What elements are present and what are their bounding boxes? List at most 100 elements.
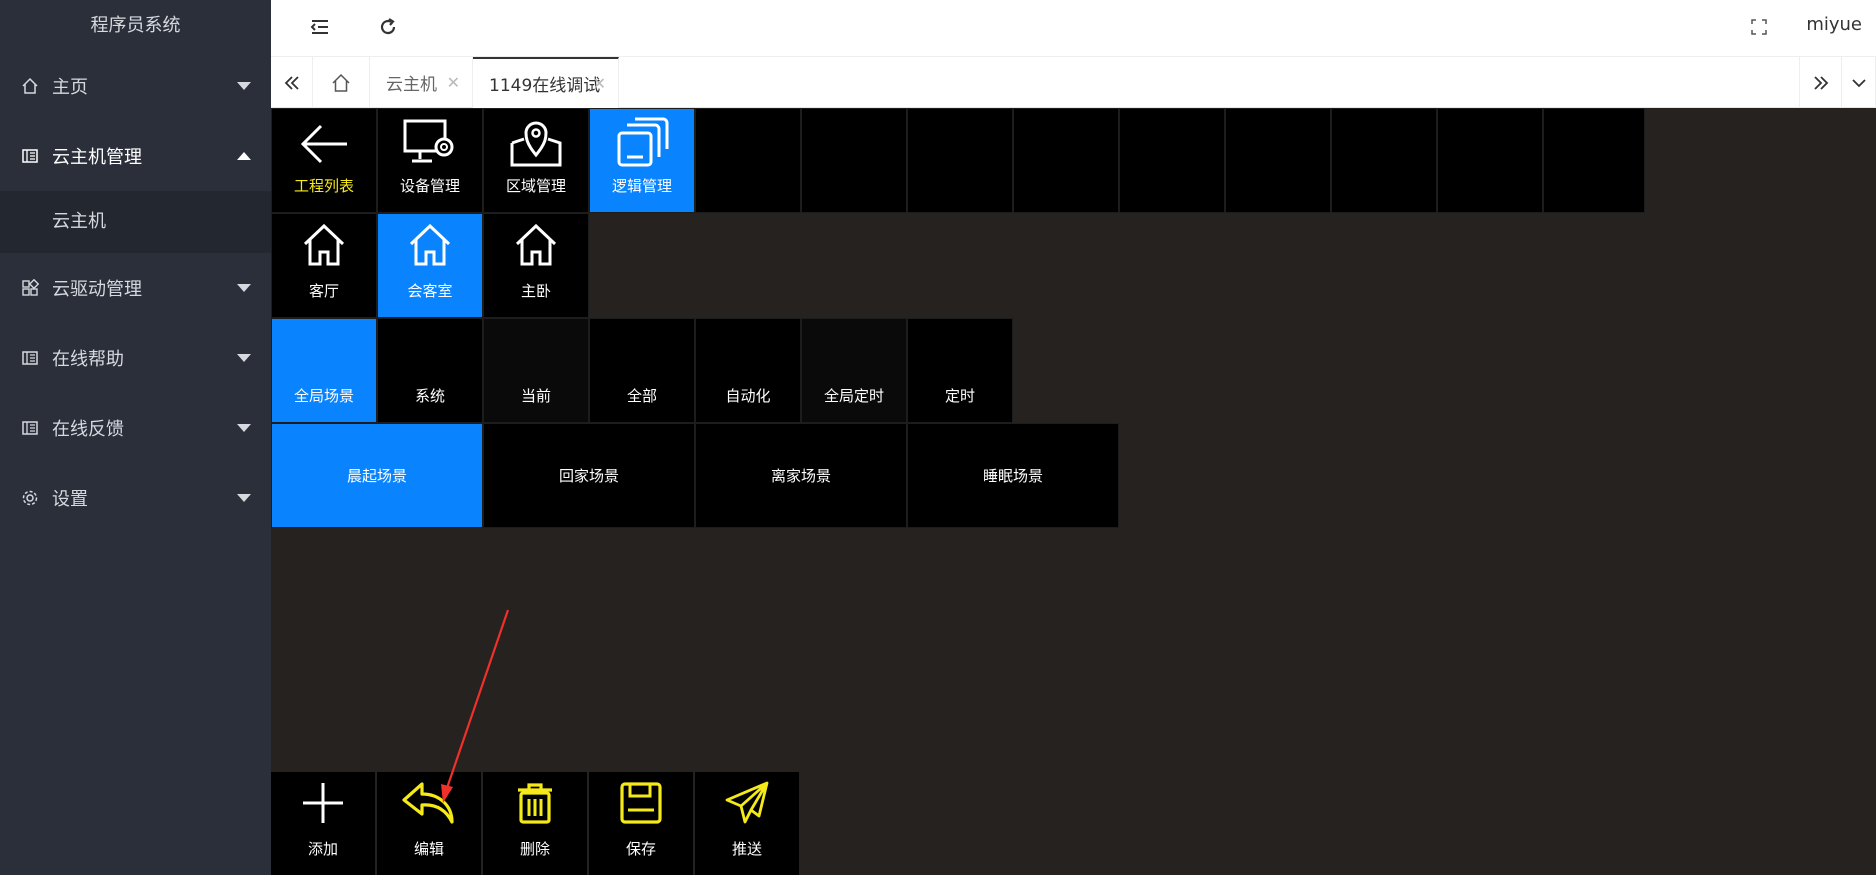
tile-label: 全部	[626, 387, 657, 405]
home-icon	[332, 73, 350, 92]
tile-label: 主卧	[520, 282, 551, 300]
category-global-timer[interactable]: 全局定时	[801, 318, 907, 423]
house-icon	[407, 222, 453, 272]
sidebar: 程序员系统 主页 云主机管理 云主机 云驱动管理 在线帮助 在线反馈 设置	[0, 0, 271, 875]
tile-label: 工程列表	[293, 177, 354, 195]
scroll-tabs-right-button[interactable]	[1799, 57, 1842, 108]
monitor-gear-icon	[402, 117, 458, 171]
refresh-icon[interactable]	[375, 14, 401, 40]
room-tile-master-bedroom[interactable]: 主卧	[483, 213, 589, 318]
sidebar-item-online-help[interactable]: 在线帮助	[0, 323, 271, 393]
user-name[interactable]: miyue	[1806, 14, 1862, 35]
tile-label: 全局场景	[293, 387, 354, 405]
empty-tile	[695, 108, 801, 213]
tile-area-management[interactable]: 区域管理	[483, 108, 589, 213]
action-label: 删除	[519, 840, 550, 858]
app-title: 程序员系统	[90, 15, 181, 36]
category-system[interactable]: 系统	[377, 318, 483, 423]
scene-label: 回家场景	[558, 467, 619, 485]
sidebar-item-online-feedback[interactable]: 在线反馈	[0, 393, 271, 463]
sidebar-item-label: 在线反馈	[52, 419, 124, 440]
tile-label: 自动化	[725, 387, 771, 405]
action-label: 编辑	[413, 840, 444, 858]
tile-label: 客厅	[308, 282, 339, 300]
plus-icon	[300, 780, 346, 830]
delete-button[interactable]: 删除	[483, 772, 588, 875]
push-button[interactable]: 推送	[695, 772, 800, 875]
empty-tile	[1225, 108, 1331, 213]
empty-tile	[1543, 108, 1645, 213]
chevron-down-icon	[237, 82, 251, 90]
scene-label: 晨起场景	[346, 467, 407, 485]
tab-cloud-host[interactable]: 云主机 ✕	[370, 57, 473, 108]
scene-leave-home[interactable]: 离家场景	[695, 423, 907, 528]
map-pin-icon	[508, 117, 564, 173]
chevron-down-icon	[237, 354, 251, 362]
sidebar-item-label: 在线帮助	[52, 349, 124, 370]
tab-label: 1149在线调试	[489, 76, 601, 96]
add-button[interactable]: 添加	[271, 772, 376, 875]
back-arrow-icon	[297, 117, 351, 175]
sidebar-item-label: 设置	[52, 489, 88, 510]
tile-label: 全局定时	[823, 387, 884, 405]
scene-come-home[interactable]: 回家场景	[483, 423, 695, 528]
layers-icon	[615, 117, 669, 173]
tile-device-management[interactable]: 设备管理	[377, 108, 483, 213]
top-bar: miyue	[271, 0, 1876, 57]
close-icon[interactable]: ✕	[447, 73, 460, 92]
server-icon	[20, 146, 40, 166]
save-button[interactable]: 保存	[589, 772, 694, 875]
room-tile-reception-room[interactable]: 会客室	[377, 213, 483, 318]
edit-button[interactable]: 编辑	[377, 772, 482, 875]
chevron-down-icon	[237, 424, 251, 432]
category-global-scene[interactable]: 全局场景	[271, 318, 377, 423]
category-current[interactable]: 当前	[483, 318, 589, 423]
empty-tile	[801, 108, 907, 213]
main-panel: 工程列表 设备管理 区域管理 逻辑管理 客厅 会客室 主卧 全局场景 系统 当前…	[271, 108, 1876, 875]
tile-label: 当前	[520, 387, 551, 405]
close-icon[interactable]: ✕	[593, 74, 606, 93]
send-icon	[723, 780, 771, 830]
scene-label: 离家场景	[770, 467, 831, 485]
action-label: 推送	[731, 840, 762, 858]
tile-label: 区域管理	[505, 177, 566, 195]
chevron-down-icon	[1851, 78, 1866, 87]
tile-project-list[interactable]: 工程列表	[271, 108, 377, 213]
tab-label: 云主机	[386, 75, 437, 95]
sidebar-item-cloud-host-management[interactable]: 云主机管理	[0, 121, 271, 191]
tabs-dropdown-button[interactable]	[1842, 57, 1876, 108]
double-chevron-right-icon	[1813, 75, 1828, 90]
sidebar-item-label: 云驱动管理	[52, 279, 142, 300]
menu-collapse-icon[interactable]	[307, 14, 333, 40]
category-all[interactable]: 全部	[589, 318, 695, 423]
tab-online-debug[interactable]: 1149在线调试 ✕	[473, 57, 619, 108]
chevron-down-icon	[237, 284, 251, 292]
empty-tile	[1331, 108, 1437, 213]
sidebar-subitem-cloud-host[interactable]: 云主机	[0, 191, 271, 253]
sidebar-item-cloud-driver-management[interactable]: 云驱动管理	[0, 253, 271, 323]
tile-label: 系统	[414, 387, 445, 405]
empty-tile	[1119, 108, 1225, 213]
scene-sleep[interactable]: 睡眠场景	[907, 423, 1119, 528]
sidebar-item-label: 云主机管理	[52, 147, 142, 168]
fullscreen-icon[interactable]	[1746, 14, 1772, 40]
home-icon	[20, 76, 40, 96]
tile-logic-management[interactable]: 逻辑管理	[589, 108, 695, 213]
action-label: 添加	[307, 840, 338, 858]
sidebar-item-home[interactable]: 主页	[0, 51, 271, 121]
chevron-up-icon	[237, 152, 251, 160]
double-chevron-left-icon	[284, 75, 299, 90]
home-tab[interactable]	[313, 57, 370, 108]
tile-label: 定时	[944, 387, 975, 405]
room-tile-living-room[interactable]: 客厅	[271, 213, 377, 318]
trash-icon	[512, 780, 558, 830]
category-automation[interactable]: 自动化	[695, 318, 801, 423]
chevron-down-icon	[237, 494, 251, 502]
category-timer[interactable]: 定时	[907, 318, 1013, 423]
scene-morning[interactable]: 晨起场景	[271, 423, 483, 528]
gear-icon	[20, 488, 40, 508]
scroll-tabs-left-button[interactable]	[271, 57, 313, 108]
empty-tile	[1437, 108, 1543, 213]
tile-label: 逻辑管理	[611, 177, 672, 195]
sidebar-item-settings[interactable]: 设置	[0, 463, 271, 533]
